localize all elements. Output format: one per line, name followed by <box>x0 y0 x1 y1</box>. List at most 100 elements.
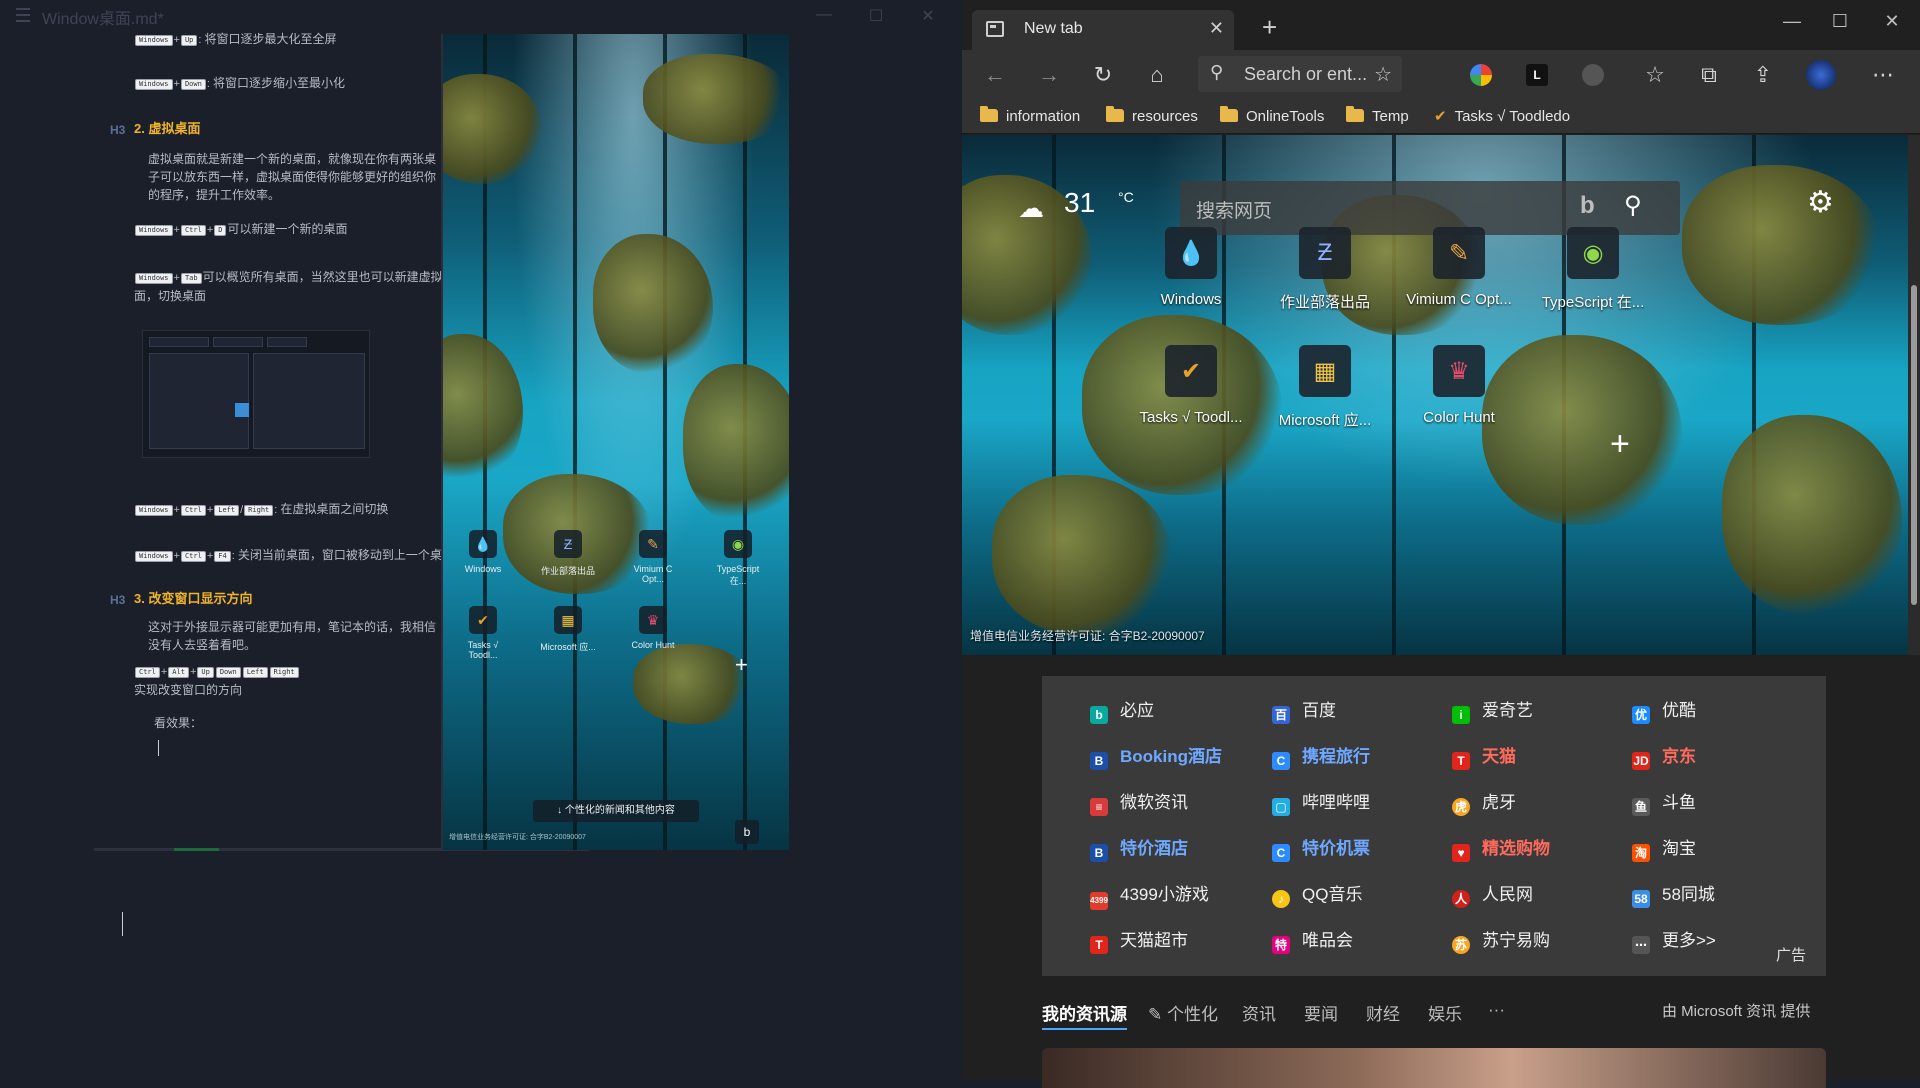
quick-link[interactable]: 淘淘宝 <box>1632 834 1696 862</box>
maximize-button[interactable]: ☐ <box>1818 6 1862 36</box>
quick-link[interactable]: 人人民网 <box>1452 880 1533 908</box>
baidu-icon: 百 <box>1272 706 1290 724</box>
top-site-tile[interactable]: ▦ Microsoft 应... <box>1260 345 1390 430</box>
favorite-star-icon[interactable]: ☆ <box>1374 62 1392 87</box>
top-site-tile[interactable]: ♛ Color Hunt <box>1394 345 1524 426</box>
top-site-tile[interactable]: ✎ Vimium C Opt... <box>1394 227 1524 308</box>
favorite-folder[interactable]: OnlineTools <box>1220 106 1324 128</box>
favorite-folder[interactable]: Temp <box>1346 106 1409 128</box>
refresh-icon[interactable]: ↻ <box>1086 60 1120 90</box>
document-body[interactable]: Windows + Up: 将窗口逐步最大化至全屏 Windows + Down: 将窗… <box>96 30 441 850</box>
water-drop-icon: 💧 <box>469 530 497 558</box>
quick-link[interactable]: B 特价酒店 <box>1090 834 1188 862</box>
quick-link[interactable]: b 必应 <box>1090 696 1154 724</box>
tab-entertainment[interactable]: 娱乐 <box>1428 1000 1462 1025</box>
search-icon[interactable]: ⚲ <box>1624 191 1642 220</box>
more-options-icon[interactable]: ⋯ <box>1866 60 1900 90</box>
new-tab-button[interactable]: + <box>1262 12 1277 43</box>
quick-link[interactable]: T 天猫 <box>1452 742 1516 770</box>
favorite-folder[interactable]: information <box>980 106 1080 128</box>
minimize-button[interactable]: — <box>814 6 834 26</box>
mini-tile[interactable]: ◉ TypeScript 在... <box>708 530 768 587</box>
quick-link[interactable]: JD 京东 <box>1632 742 1696 770</box>
key-ctrl: Ctrl <box>135 667 160 678</box>
top-site-tile[interactable]: ◉ TypeScript 在... <box>1528 227 1658 312</box>
mini-tile[interactable]: ▦ Microsoft 应... <box>538 606 598 653</box>
mini-tile[interactable]: ♛ Color Hunt <box>623 606 683 650</box>
quick-link[interactable]: C 携程旅行 <box>1272 742 1370 770</box>
key-ctrl: Ctrl <box>180 225 206 236</box>
quick-link[interactable]: B Booking酒店 <box>1090 742 1222 770</box>
tab-more[interactable]: ··· <box>1488 1000 1505 1020</box>
mini-tile[interactable]: 💧 Windows <box>453 530 513 574</box>
editor-window-title: Window桌面.md* <box>42 11 164 28</box>
tab-my-feed[interactable]: 我的资讯源 <box>1042 1000 1127 1030</box>
add-site-icon[interactable]: + <box>735 652 748 678</box>
close-button[interactable]: ✕ <box>1870 6 1914 36</box>
tab-news[interactable]: 资讯 <box>1242 1000 1276 1025</box>
home-icon[interactable]: ⌂ <box>1140 60 1174 90</box>
top-site-tile[interactable]: 💧 Windows <box>1126 227 1256 308</box>
tab-new-tab[interactable]: New tab ✕ <box>972 10 1234 50</box>
favorites-icon[interactable]: ☆ <box>1638 60 1672 90</box>
extension-l-icon[interactable]: L <box>1526 64 1548 86</box>
water-drop-icon: 💧 <box>1165 227 1217 279</box>
shield-extension-icon[interactable] <box>1582 64 1604 86</box>
quick-link[interactable]: 特唯品会 <box>1272 926 1353 954</box>
tab-finance[interactable]: 财经 <box>1366 1000 1400 1025</box>
minimize-button[interactable]: — <box>1770 6 1814 36</box>
quick-link[interactable]: 58 58同城 <box>1632 880 1715 908</box>
quick-link[interactable]: 苏苏宁易购 <box>1452 926 1550 954</box>
maximize-button[interactable]: ☐ <box>866 6 886 26</box>
mini-news-button[interactable]: ↓ 个性化的新闻和其他内容 <box>533 800 699 822</box>
bing-icon[interactable]: b <box>735 820 759 844</box>
tab-top-stories[interactable]: 要闻 <box>1304 1000 1338 1025</box>
mini-tile[interactable]: Ƶ 作业部落出品 <box>538 530 598 577</box>
quick-link[interactable]: ▢ 哔哩哔哩 <box>1272 788 1370 816</box>
hamburger-menu-icon[interactable] <box>16 8 32 22</box>
quick-link[interactable]: 虎虎牙 <box>1452 788 1516 816</box>
favorite-link[interactable]: ✔ Tasks √ Toodledo <box>1434 106 1570 128</box>
key-up: Up <box>180 35 198 46</box>
quick-link[interactable]: 鱼斗鱼 <box>1632 788 1696 816</box>
mini-tile-label: Microsoft 应... <box>540 642 596 652</box>
close-tab-icon[interactable]: ✕ <box>1209 18 1224 39</box>
page-vertical-scrollbar[interactable] <box>1908 135 1920 655</box>
share-icon[interactable]: ⇪ <box>1746 60 1780 90</box>
tab-personalize[interactable]: ✎ 个性化 <box>1148 1000 1218 1025</box>
forward-arrow-icon[interactable]: → <box>1032 60 1066 90</box>
quick-link[interactable]: 优优酷 <box>1632 696 1696 724</box>
back-arrow-icon[interactable]: ← <box>978 60 1012 90</box>
mini-tile[interactable]: ✔ Tasks √ Toodl... <box>453 606 513 660</box>
top-site-tile[interactable]: Ƶ 作业部落出品 <box>1260 227 1390 312</box>
key-left: Left <box>214 505 240 516</box>
collections-icon[interactable]: ⧉ <box>1692 60 1726 90</box>
mini-tile-label: Windows <box>464 564 502 574</box>
gear-icon[interactable]: ⚙ <box>1807 185 1834 220</box>
quick-link[interactable]: ≡ 微软资讯 <box>1090 788 1188 816</box>
key-left: Left <box>242 667 268 678</box>
scrollbar-thumb[interactable] <box>1911 285 1917 605</box>
color-picker-extension-icon[interactable] <box>1470 64 1492 86</box>
quick-link[interactable]: C 特价机票 <box>1272 834 1370 862</box>
news-card-image[interactable] <box>1042 1048 1826 1088</box>
more-links[interactable]: ⋯ 更多>> <box>1632 926 1716 954</box>
address-bar[interactable]: ⚲ Search or ent... ☆ <box>1198 56 1402 92</box>
profile-avatar[interactable] <box>1806 60 1836 90</box>
quick-link[interactable]: T 天猫超市 <box>1090 926 1188 954</box>
add-site-icon[interactable]: + <box>1610 425 1630 464</box>
quick-link[interactable]: ♪ QQ音乐 <box>1272 880 1362 908</box>
scrollbar-thumb[interactable] <box>174 848 219 851</box>
quick-link[interactable]: 百百度 <box>1272 696 1336 724</box>
favorite-label: resources <box>1132 108 1198 125</box>
close-button[interactable]: ✕ <box>918 6 938 26</box>
quick-link[interactable]: 4399 4399小游戏 <box>1090 880 1209 910</box>
quick-link[interactable]: ♥ 精选购物 <box>1452 834 1550 862</box>
top-site-tile[interactable]: ✔ Tasks √ Toodl... <box>1126 345 1256 426</box>
check-icon: ✔ <box>1434 108 1447 125</box>
quick-link[interactable]: i 爱奇艺 <box>1452 696 1533 724</box>
mini-tile[interactable]: ✎ Vimium C Opt... <box>623 530 683 584</box>
favorite-folder[interactable]: resources <box>1106 106 1198 128</box>
paragraph-text: 将窗口逐步最大化至全屏 <box>204 32 337 46</box>
key-alt: Alt <box>168 667 189 678</box>
